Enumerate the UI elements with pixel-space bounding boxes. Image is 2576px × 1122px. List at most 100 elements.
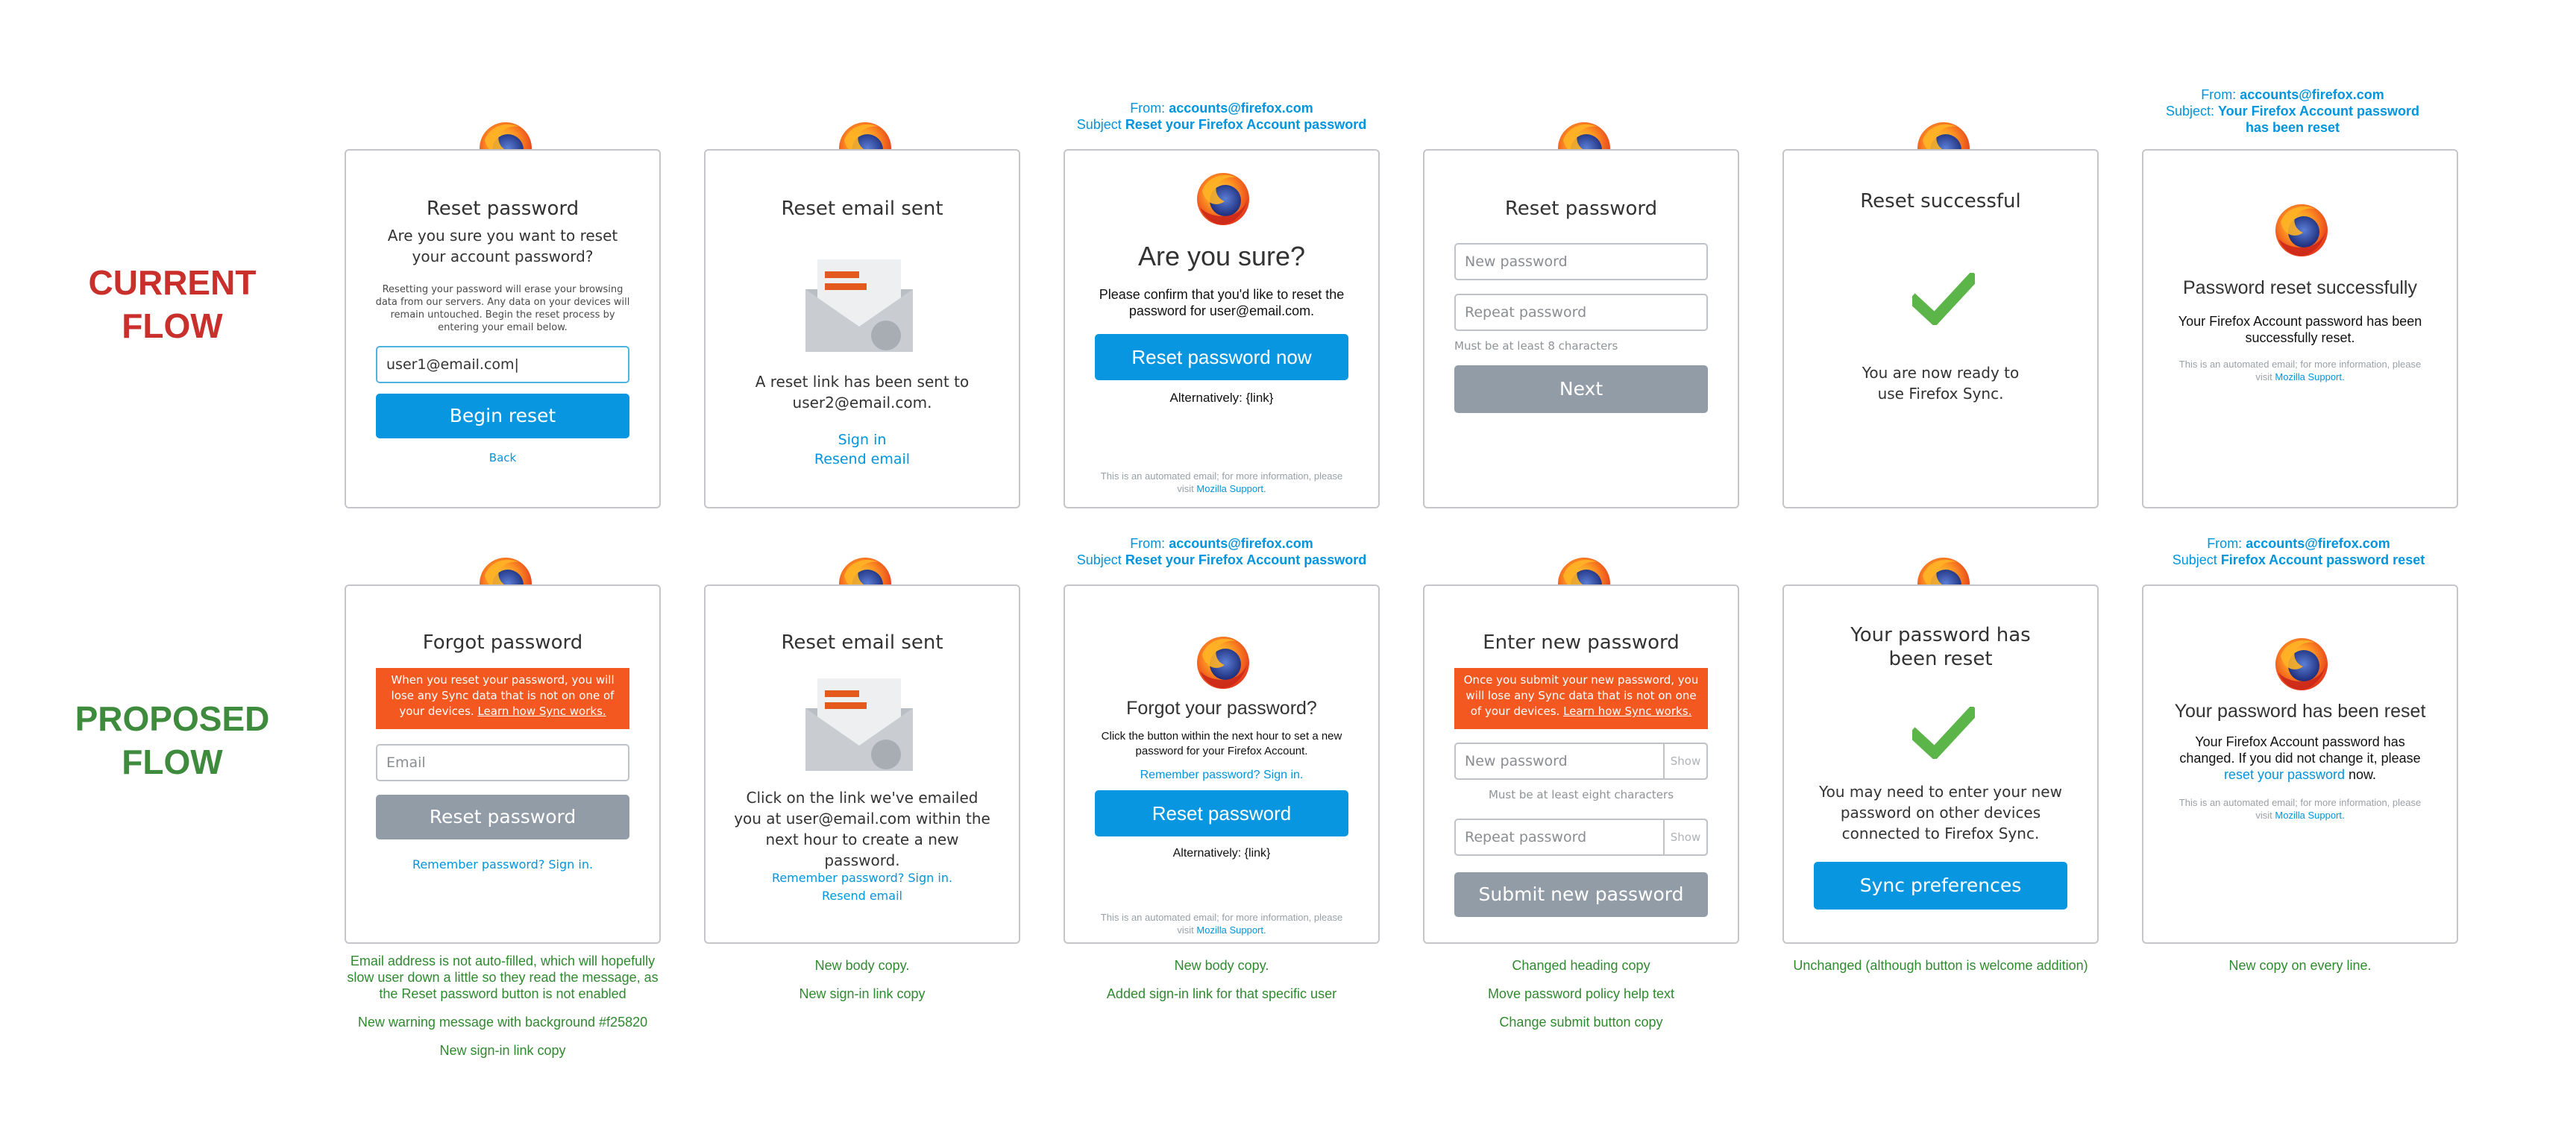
card-current-new-password: Reset password New password Repeat passw…	[1423, 149, 1739, 508]
reset-password-button[interactable]: Reset password	[376, 795, 629, 839]
email-footer: This is an automated email; for more inf…	[2173, 796, 2427, 822]
email-header: From: accounts@firefox.com Subject Reset…	[1058, 100, 1386, 133]
body-text: Click the button within the next hour to…	[1101, 730, 1342, 757]
firefox-logo-icon	[1193, 168, 1253, 228]
repeat-password-field[interactable]: Repeat password Show	[1454, 819, 1708, 856]
from-label: From:	[2207, 536, 2246, 551]
sign-in-link[interactable]: Remember password? Sign in.	[713, 869, 1011, 887]
page-title: Forgot password	[422, 631, 583, 654]
body-text: Your Firefox Account password has been s…	[2178, 314, 2422, 345]
alternative-link-text: Alternatively: {link}	[1169, 391, 1274, 405]
show-password-toggle[interactable]: Show	[1663, 819, 1708, 856]
envelope-icon	[805, 678, 913, 771]
note-line: Changed heading copy	[1512, 958, 1650, 973]
from-address: accounts@firefox.com	[1169, 101, 1313, 116]
learn-sync-link[interactable]: Learn how Sync works.	[477, 705, 606, 718]
back-link[interactable]: Back	[354, 449, 652, 467]
subject-text: Reset your Firefox Account password	[1125, 117, 1367, 132]
sign-in-link[interactable]: Remember password? Sign in.	[1072, 766, 1371, 784]
mozilla-support-link[interactable]: Mozilla Support.	[2275, 810, 2344, 821]
page-title: Your password has been reset	[2174, 701, 2426, 722]
card-proposed-reset-email: Forgot your password? Click the button w…	[1064, 584, 1380, 944]
note-line: New body copy.	[1174, 958, 1269, 973]
note-line: New sign-in link copy	[439, 1043, 566, 1058]
from-address: accounts@firefox.com	[2240, 87, 2384, 102]
mozilla-support-link[interactable]: Mozilla Support.	[1196, 924, 1266, 936]
page-title: Forgot your password?	[1126, 698, 1317, 719]
sync-warning-banner: Once you submit your new password, you w…	[1454, 668, 1708, 729]
subject-label: Subject:	[2165, 104, 2218, 119]
note-line: Change submit button copy	[1499, 1015, 1663, 1030]
firefox-logo-icon	[2272, 634, 2331, 693]
card-proposed-reset-confirmation-email: Your password has been reset Your Firefo…	[2142, 584, 2458, 944]
note-column-5: Unchanged (although button is welcome ad…	[1769, 957, 2112, 974]
sync-warning-banner: When you reset your password, you will l…	[376, 668, 629, 729]
info-text: Resetting your password will erase your …	[375, 284, 630, 333]
note-column-6: New copy on every line.	[2129, 957, 2472, 974]
reset-password-button[interactable]: Reset password	[1095, 790, 1348, 836]
body-text: Click on the link we've emailed you at u…	[734, 789, 990, 869]
from-label: From:	[1130, 101, 1169, 116]
body-text-b: now.	[2345, 767, 2377, 782]
page-title: Are you sure?	[1137, 241, 1306, 271]
card-proposed-password-reset: Your password has been reset You may nee…	[1782, 584, 2099, 944]
email-header: From: accounts@firefox.com Subject: Your…	[2129, 86, 2457, 136]
note-column-1: Email address is not auto-filled, which …	[331, 953, 674, 1059]
sign-in-link[interactable]: Remember password? Sign in.	[354, 856, 652, 874]
mozilla-support-link[interactable]: Mozilla Support.	[1196, 483, 1266, 494]
card-current-reset-successful: Reset successful You are now ready to us…	[1782, 149, 2099, 508]
card-proposed-enter-new-password: Enter new password Once you submit your …	[1423, 584, 1739, 944]
resend-email-link[interactable]: Resend email	[713, 449, 1011, 470]
new-password-field[interactable]: New password Show	[1454, 743, 1708, 780]
from-label: From:	[1130, 536, 1169, 551]
email-field[interactable]: user1@email.com|	[376, 346, 629, 383]
subject-label: Subject	[1076, 117, 1125, 132]
sign-in-link[interactable]: Sign in	[713, 429, 1011, 450]
subject-label: Subject	[1076, 552, 1125, 567]
email-header: From: accounts@firefox.com Subject Firef…	[2134, 535, 2463, 568]
from-label: From:	[2201, 87, 2240, 102]
note-line: Unchanged (although button is welcome ad…	[1793, 958, 2088, 973]
begin-reset-button[interactable]: Begin reset	[376, 394, 629, 438]
note-line: New body copy.	[814, 958, 910, 973]
page-title: Reset password	[426, 198, 579, 220]
note-line: New sign-in link copy	[799, 986, 926, 1001]
card-current-reset-email-sent: Reset email sent A reset link has been s…	[704, 149, 1020, 508]
body-text: You may need to enter your new password …	[1819, 783, 2062, 842]
note-line: Move password policy help text	[1487, 986, 1675, 1001]
repeat-password-placeholder: Repeat password	[1465, 829, 1587, 845]
card-current-reset-password: Reset password Are you sure you want to …	[345, 149, 661, 508]
repeat-password-field[interactable]: Repeat password	[1454, 294, 1708, 331]
next-button[interactable]: Next	[1454, 365, 1708, 413]
mozilla-support-link[interactable]: Mozilla Support.	[2275, 371, 2344, 382]
email-field[interactable]: Email	[376, 744, 629, 781]
checkmark-icon	[1907, 705, 1980, 761]
new-password-field[interactable]: New password	[1454, 243, 1708, 280]
note-line: Email address is not auto-filled, which …	[347, 954, 659, 1001]
subject-text: Reset your Firefox Account password	[1125, 552, 1367, 567]
firefox-logo-icon	[1193, 632, 1253, 692]
email-footer: This is an automated email; for more inf…	[2173, 358, 2427, 383]
show-password-toggle[interactable]: Show	[1663, 743, 1708, 780]
confirm-question: Are you sure you want to reset your acco…	[387, 227, 618, 265]
reset-your-password-link[interactable]: reset your password	[2224, 767, 2345, 782]
page-title: Enter new password	[1483, 631, 1680, 654]
learn-sync-link[interactable]: Learn how Sync works.	[1563, 705, 1691, 718]
body-text: Please confirm that you'd like to reset …	[1099, 287, 1345, 318]
page-title: Password reset successfully	[2182, 277, 2417, 298]
sync-preferences-button[interactable]: Sync preferences	[1814, 862, 2067, 910]
password-help-text: Must be at least 8 characters	[1454, 339, 1618, 353]
email-header: From: accounts@firefox.com Subject Reset…	[1058, 535, 1386, 568]
note-column-3: New body copy. Added sign-in link for th…	[1050, 957, 1393, 1002]
alternative-link-text: Alternatively: {link}	[1172, 847, 1271, 860]
page-title: Your password has been reset	[1850, 624, 2031, 670]
page-title: Reset successful	[1860, 190, 2021, 212]
password-help-text: Must be at least eight characters	[1488, 788, 1674, 801]
body-text: Your Firefox Account password has change…	[2170, 734, 2430, 783]
card-current-confirm-email: Are you sure? Please confirm that you'd …	[1064, 149, 1380, 508]
note-line: Added sign-in link for that specific use…	[1106, 986, 1337, 1001]
note-line: New copy on every line.	[2228, 958, 2372, 973]
reset-password-now-button[interactable]: Reset password now	[1095, 334, 1348, 380]
resend-email-link[interactable]: Resend email	[713, 887, 1011, 905]
submit-new-password-button[interactable]: Submit new password	[1454, 872, 1708, 917]
